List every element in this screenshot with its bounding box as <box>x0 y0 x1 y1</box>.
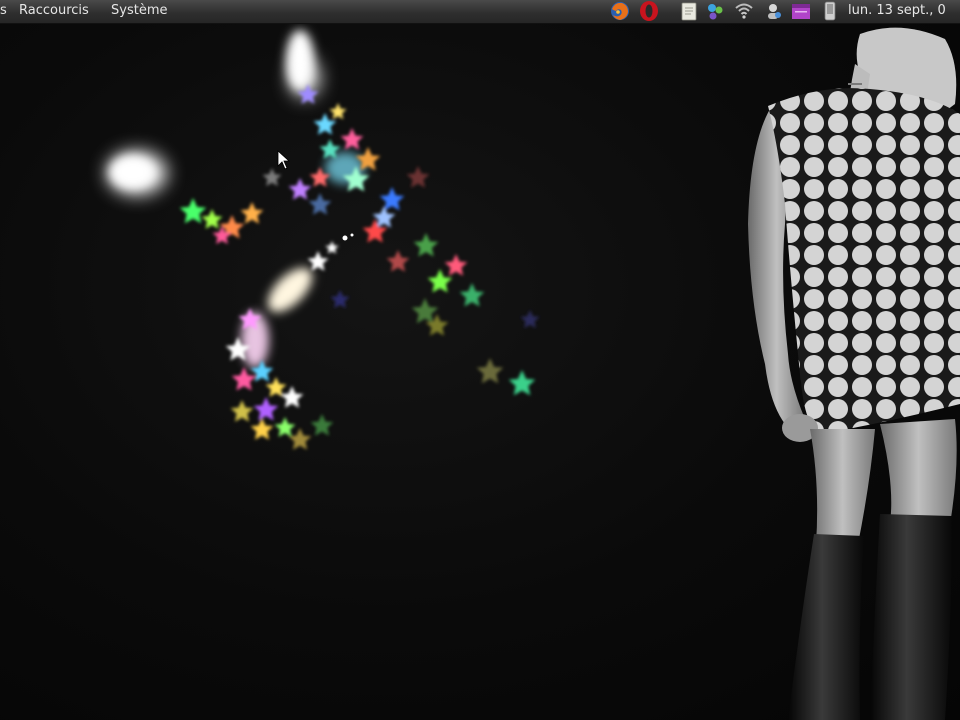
mouse-pointer-icon <box>277 150 291 170</box>
notes-icon[interactable] <box>678 0 700 22</box>
clock[interactable]: lun. 13 sept., 0 <box>848 3 946 18</box>
system-menu[interactable]: Système <box>111 3 167 18</box>
battery-icon[interactable] <box>819 0 841 22</box>
shortcuts-menu[interactable]: Raccourcis <box>19 3 89 18</box>
opera-icon[interactable] <box>638 0 660 22</box>
desktop: s Raccourcis Système lun. 13 sept., 0 <box>0 0 960 720</box>
chat-icon[interactable] <box>704 0 726 22</box>
firefox-icon[interactable] <box>609 0 631 22</box>
top-panel: s Raccourcis Système lun. 13 sept., 0 <box>0 0 960 24</box>
wallpaper-figure <box>748 27 960 720</box>
applications-menu[interactable]: s <box>0 3 7 18</box>
calendar-icon[interactable] <box>790 0 812 22</box>
wifi-icon[interactable] <box>733 0 755 22</box>
network-icon[interactable] <box>762 0 784 22</box>
